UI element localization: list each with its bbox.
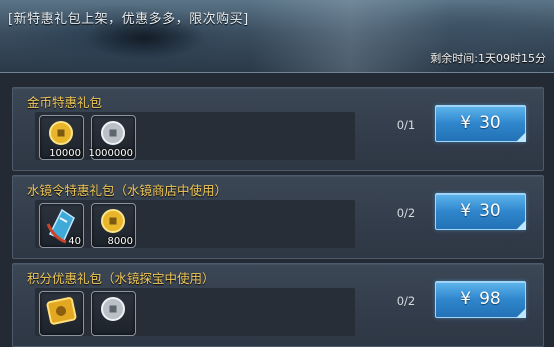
banner-title: [新特惠礼包上架，优惠多多，限次购买] <box>8 12 249 27</box>
item-quantity: 40 <box>68 236 81 247</box>
price: 30 <box>479 113 501 133</box>
pack-title: 金币特惠礼包 <box>27 95 103 110</box>
buy-button[interactable]: ¥30 <box>435 193 526 230</box>
reward-item-slot[interactable] <box>91 291 136 336</box>
pack-title: 积分优惠礼包（水镜探宝中使用） <box>27 271 215 286</box>
purchase-limit: 0/2 <box>396 294 416 308</box>
reward-item-slot[interactable] <box>39 291 84 336</box>
currency-symbol: ¥ <box>460 113 472 133</box>
pack-title: 水镜令特惠礼包（水镜商店中使用） <box>27 183 228 198</box>
currency-symbol: ¥ <box>460 201 472 221</box>
purchase-limit: 0/1 <box>396 118 416 132</box>
item-quantity: 1000000 <box>88 148 133 159</box>
pack-gold-coin: 金币特惠礼包 10000 1000000 0/1 ¥30 <box>12 87 544 171</box>
reward-item-slot[interactable]: 1000000 <box>88 115 136 160</box>
reward-items-bar: 40 8000 <box>35 200 355 248</box>
reward-item-slot[interactable]: 8000 <box>91 203 136 248</box>
mist-decoration <box>250 0 450 72</box>
countdown-timer: 剩余时间:1天09时15分 <box>430 52 546 65</box>
purchase-limit: 0/2 <box>396 206 416 220</box>
reward-items-bar: 10000 1000000 <box>35 112 355 160</box>
pack-points: 积分优惠礼包（水镜探宝中使用） 0/2 ¥98 <box>12 263 544 347</box>
buy-button[interactable]: ¥30 <box>435 105 526 142</box>
price: 98 <box>479 289 501 309</box>
item-quantity: 10000 <box>49 148 81 159</box>
price: 30 <box>479 201 501 221</box>
promo-banner: [新特惠礼包上架，优惠多多，限次购买] 剩余时间:1天09时15分 <box>0 0 554 73</box>
currency-symbol: ¥ <box>460 289 472 309</box>
reward-item-slot[interactable]: 40 <box>39 203 84 248</box>
item-quantity: 8000 <box>107 236 133 247</box>
reward-item-slot[interactable]: 10000 <box>39 115 84 160</box>
pack-water-mirror-token: 水镜令特惠礼包（水镜商店中使用） 40 8000 0/2 ¥30 <box>12 175 544 259</box>
buy-button[interactable]: ¥98 <box>435 281 526 318</box>
